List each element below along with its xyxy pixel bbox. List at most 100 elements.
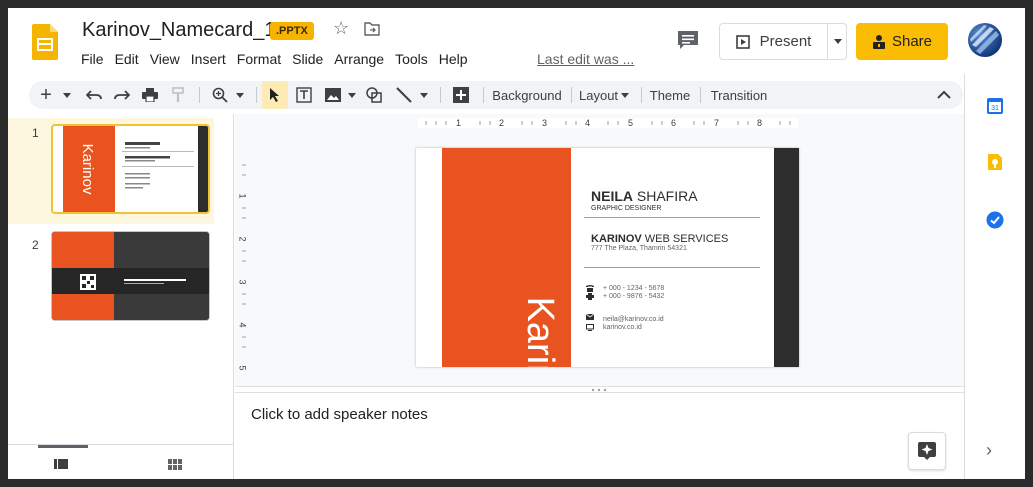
menu-edit[interactable]: Edit [115, 51, 139, 67]
chevron-down-icon [420, 92, 428, 98]
menu-format[interactable]: Format [237, 51, 281, 67]
ruler-tick: 6 [671, 118, 677, 128]
ruler-tick: 1 [237, 193, 248, 199]
filmstrip-view-switcher [8, 444, 234, 479]
present-button[interactable]: Present [720, 24, 827, 59]
thumbnail-1-preview: Karinov [63, 126, 208, 212]
line-dropdown[interactable] [418, 81, 430, 109]
add-comment-icon[interactable] [449, 81, 473, 109]
ruler-tick: 2 [237, 236, 248, 242]
comment-icon[interactable] [677, 30, 699, 50]
menu-insert[interactable]: Insert [191, 51, 226, 67]
toolbar: + Background Layout Theme Transition [29, 81, 963, 109]
print-icon[interactable] [139, 81, 161, 109]
last-edit-link[interactable]: Last edit was ... [537, 51, 634, 67]
website[interactable]: karinov.co.id [603, 324, 642, 331]
undo-icon[interactable] [83, 81, 105, 109]
menu-arrange[interactable]: Arrange [334, 51, 384, 67]
share-label: Share [891, 33, 933, 50]
share-button[interactable]: Share [856, 23, 948, 60]
menu-help[interactable]: Help [439, 51, 468, 67]
ruler-tick: 3 [542, 118, 548, 128]
svg-text:Karinov: Karinov [79, 144, 96, 195]
star-icon[interactable]: ☆ [333, 18, 349, 39]
layout-button[interactable]: Layout [579, 81, 629, 109]
view-indicator [38, 445, 88, 448]
company-address[interactable]: 777 The Plaza, Thamrin 54321 [591, 245, 687, 252]
new-slide-dropdown[interactable] [61, 81, 73, 109]
select-cursor-icon[interactable] [262, 81, 288, 109]
toolbar-separator [641, 87, 642, 103]
paint-format-icon[interactable] [167, 81, 189, 109]
email[interactable]: neila@karinov.co.id [603, 316, 664, 323]
zoom-dropdown[interactable] [234, 81, 246, 109]
current-slide[interactable]: Karinov NEILA SHAFIRA GRAPHIC DESIGNER K… [416, 148, 799, 367]
chevron-down-icon [833, 39, 842, 44]
filmstrip: 1 Karinov 2 [8, 114, 234, 479]
collapse-toolbar-icon[interactable] [934, 86, 954, 104]
slide-thumbnail-2[interactable] [51, 231, 210, 321]
menu-bar: File Edit View Insert Format Slide Arran… [81, 51, 479, 67]
transition-button[interactable]: Transition [709, 81, 769, 109]
image-icon[interactable] [322, 81, 344, 109]
explore-sparkle-icon [918, 442, 936, 460]
slide-thumbnail-1[interactable]: Karinov [51, 124, 210, 214]
monitor-icon [586, 324, 594, 331]
company-bold: KARINOV [591, 233, 642, 245]
chevron-down-icon [348, 92, 356, 98]
slides-logo-icon[interactable] [32, 24, 58, 60]
person-role[interactable]: GRAPHIC DESIGNER [591, 205, 661, 212]
phone-icon [586, 285, 594, 292]
printer-icon [586, 293, 594, 300]
chevron-down-icon [621, 92, 629, 98]
menu-file[interactable]: File [81, 51, 104, 67]
horizontal-ruler-labels: 1 2 3 4 5 6 7 8 [418, 118, 798, 128]
move-folder-icon[interactable] [364, 22, 380, 36]
brand-logo-text[interactable]: Karinov [519, 261, 561, 367]
phone-2[interactable]: + 000 - 9876 - 5432 [603, 293, 664, 300]
ruler-tick: 7 [714, 118, 720, 128]
menu-tools[interactable]: Tools [395, 51, 428, 67]
present-label: Present [759, 33, 812, 50]
calendar-icon[interactable]: 31 [986, 97, 1004, 115]
company-name[interactable]: KARINOV WEB SERVICES [591, 233, 728, 245]
phone-1[interactable]: + 000 - 1234 - 5678 [603, 285, 664, 292]
divider-line [584, 217, 760, 218]
menu-slide[interactable]: Slide [292, 51, 323, 67]
keep-icon[interactable] [986, 153, 1004, 171]
menu-view[interactable]: View [150, 51, 180, 67]
line-icon[interactable] [392, 81, 416, 109]
document-title[interactable]: Karinov_Namecard_1 [82, 19, 275, 42]
person-name[interactable]: NEILA SHAFIRA [591, 188, 698, 204]
image-dropdown[interactable] [346, 81, 358, 109]
zoom-icon[interactable] [209, 81, 231, 109]
grid-view-icon[interactable] [168, 459, 182, 470]
lock-person-icon [872, 34, 885, 49]
theme-button[interactable]: Theme [649, 81, 691, 109]
speaker-notes[interactable]: Click to add speaker notes [251, 406, 428, 423]
explore-button[interactable] [908, 432, 946, 470]
redo-icon[interactable] [111, 81, 133, 109]
ruler-tick: 4 [237, 322, 248, 328]
show-side-panel-chevron-icon[interactable]: › [986, 440, 992, 461]
new-slide-plus-icon[interactable]: + [35, 81, 57, 109]
present-dropdown[interactable] [828, 24, 847, 59]
shape-icon[interactable] [362, 81, 386, 109]
textbox-icon[interactable] [292, 81, 316, 109]
vertical-ruler-labels: 1 2 3 4 5 [237, 153, 249, 373]
tasks-icon[interactable] [986, 211, 1004, 229]
divider-line [584, 267, 760, 268]
ruler-tick: 8 [757, 118, 763, 128]
notes-resize-handle[interactable] [235, 386, 964, 393]
background-button[interactable]: Background [491, 81, 563, 109]
app-header: Karinov_Namecard_1 .PPTX ☆ File Edit Vie… [8, 8, 1025, 74]
ruler-tick: 5 [237, 365, 248, 371]
ruler-tick: 3 [237, 279, 248, 285]
filmstrip-view-icon[interactable] [54, 459, 68, 469]
toolbar-separator [256, 87, 257, 103]
slides-window: Karinov_Namecard_1 .PPTX ☆ File Edit Vie… [8, 8, 1025, 479]
drag-handle-icon [591, 388, 607, 392]
ruler-tick: 5 [628, 118, 634, 128]
file-type-badge: .PPTX [270, 22, 314, 40]
avatar[interactable] [968, 23, 1002, 57]
